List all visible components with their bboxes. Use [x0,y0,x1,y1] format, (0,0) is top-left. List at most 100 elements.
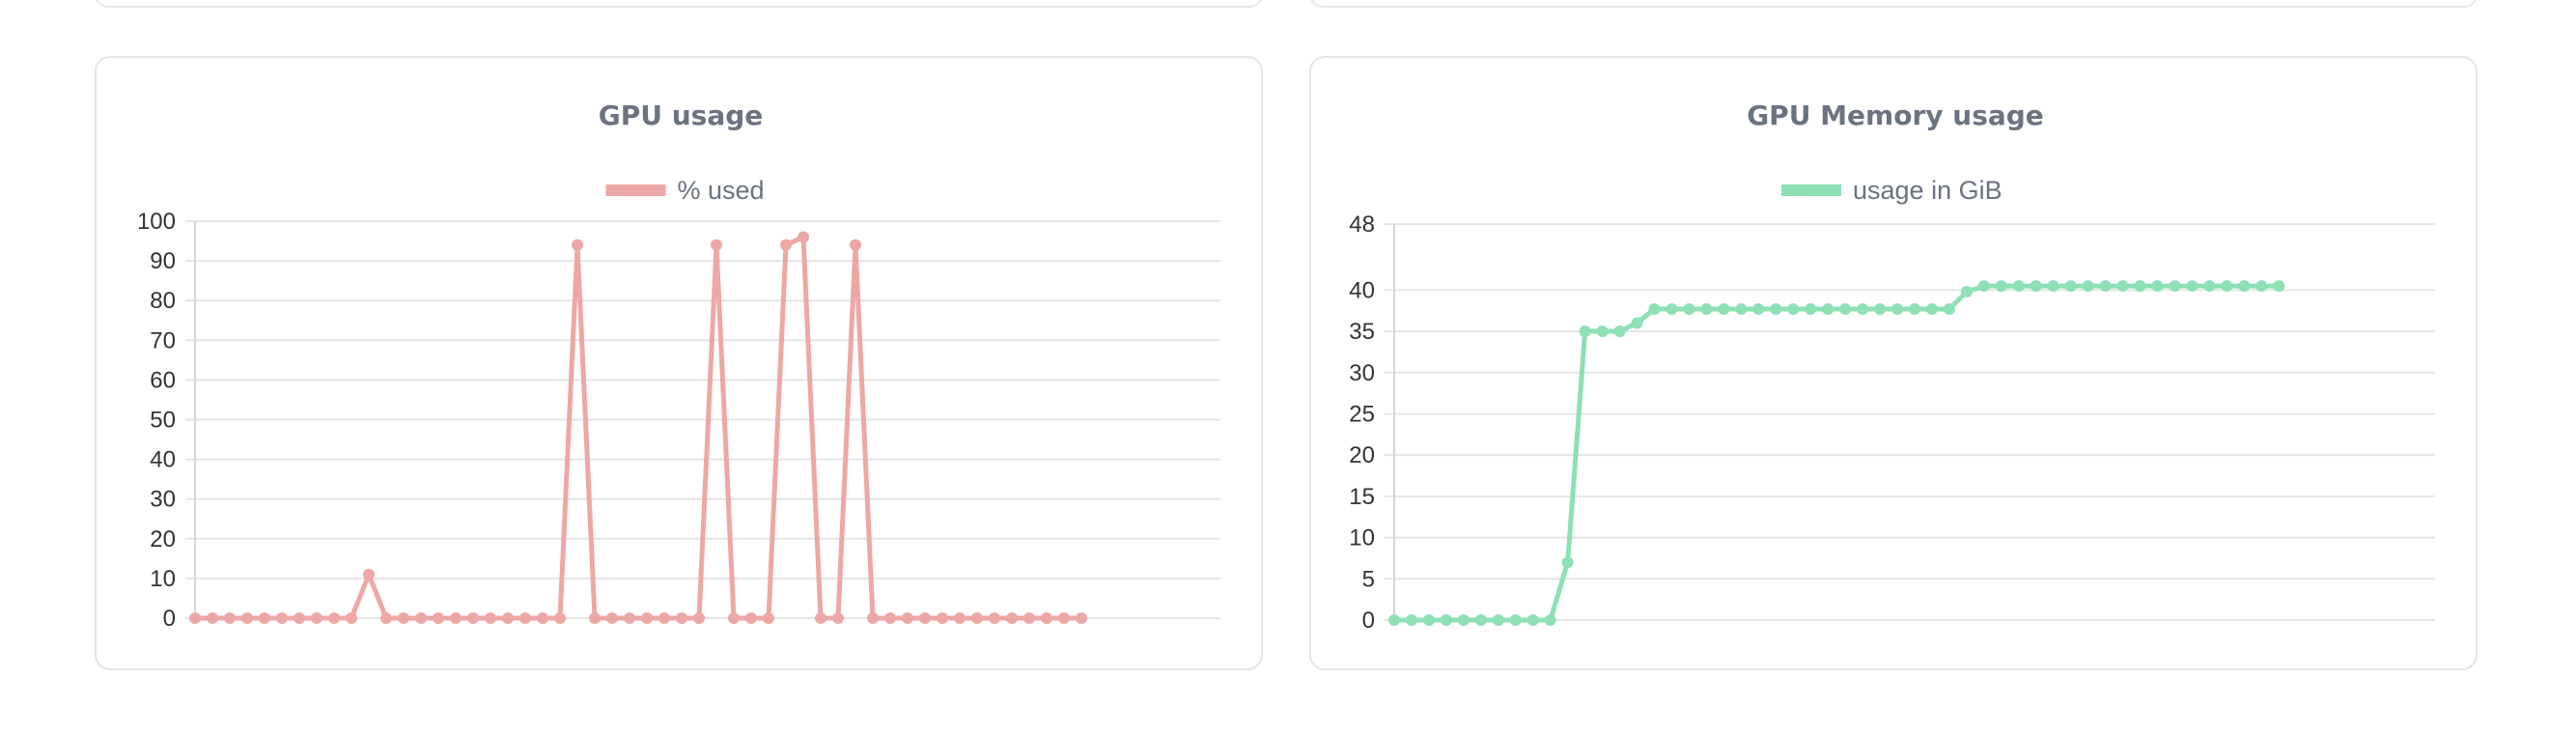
data-point[interactable] [1422,614,1435,626]
data-point[interactable] [1787,302,1800,315]
data-point[interactable] [2134,280,2146,293]
data-point[interactable] [1752,302,1765,315]
data-point[interactable] [2064,280,2077,293]
data-point[interactable] [954,612,966,624]
data-point[interactable] [537,612,548,624]
data-point[interactable] [1943,302,1955,315]
data-point[interactable] [224,612,236,624]
data-point[interactable] [2273,280,2285,293]
data-point[interactable] [1718,302,1730,315]
data-point[interactable] [1579,326,1591,338]
data-point[interactable] [1874,302,1887,315]
data-point[interactable] [2186,280,2198,293]
data-point[interactable] [1770,302,1782,315]
data-point[interactable] [276,612,288,624]
data-point[interactable] [467,612,479,624]
data-point[interactable] [1526,614,1539,626]
data-point[interactable] [380,612,392,624]
data-point[interactable] [884,612,896,624]
data-point[interactable] [1509,614,1522,626]
data-point[interactable] [1405,614,1417,626]
data-point[interactable] [624,612,635,624]
data-point[interactable] [328,612,340,624]
data-point[interactable] [1561,556,1574,569]
data-point[interactable] [728,612,740,624]
data-point[interactable] [1596,326,1609,338]
data-point[interactable] [641,612,653,624]
data-point[interactable] [450,612,462,624]
data-point[interactable] [1474,614,1487,626]
data-point[interactable] [311,612,322,624]
data-point[interactable] [780,239,792,251]
data-point[interactable] [1631,317,1643,329]
data-point[interactable] [589,612,601,624]
data-point[interactable] [1857,302,1869,315]
data-point[interactable] [1666,302,1678,315]
data-point[interactable] [1041,612,1052,624]
data-point[interactable] [2116,280,2129,293]
data-point[interactable] [2203,280,2216,293]
data-point[interactable] [1076,612,1087,624]
data-point[interactable] [606,612,618,624]
data-point[interactable] [1006,612,1018,624]
data-point[interactable] [850,239,861,251]
data-point[interactable] [902,612,913,624]
data-point[interactable] [1023,612,1035,624]
data-point[interactable] [971,612,983,624]
data-point[interactable] [294,612,305,624]
data-point[interactable] [259,612,270,624]
data-point[interactable] [1822,302,1834,315]
data-point[interactable] [1457,614,1470,626]
data-point[interactable] [693,612,705,624]
data-point[interactable] [2255,280,2268,293]
data-point[interactable] [1839,302,1852,315]
data-point[interactable] [1683,302,1695,315]
legend-label[interactable]: % used [678,176,765,205]
data-point[interactable] [346,612,357,624]
data-point[interactable] [867,612,879,624]
data-point[interactable] [1805,302,1817,315]
data-point[interactable] [1544,614,1556,626]
data-point[interactable] [1891,302,1904,315]
data-point[interactable] [2082,280,2094,293]
data-point[interactable] [2169,280,2181,293]
data-point[interactable] [1613,326,1626,338]
legend-swatch[interactable] [605,184,666,196]
data-point[interactable] [519,612,531,624]
data-point[interactable] [207,612,218,624]
data-point[interactable] [363,568,375,580]
data-point[interactable] [1492,614,1504,626]
data-point[interactable] [554,612,566,624]
data-point[interactable] [1977,280,1990,293]
data-point[interactable] [2238,280,2251,293]
data-point[interactable] [711,239,722,251]
data-point[interactable] [2012,280,2025,293]
data-point[interactable] [415,612,427,624]
data-point[interactable] [398,612,409,624]
data-point[interactable] [502,612,514,624]
data-point[interactable] [2099,280,2112,293]
data-point[interactable] [1909,302,1920,315]
data-point[interactable] [676,612,687,624]
data-point[interactable] [658,612,670,624]
data-point[interactable] [1995,280,2007,293]
data-point[interactable] [2047,280,2059,293]
data-point[interactable] [2221,280,2233,293]
data-point[interactable] [2030,280,2042,293]
data-point[interactable] [189,612,201,624]
legend-label[interactable]: usage in GiB [1853,176,2002,205]
data-point[interactable] [485,612,496,624]
data-point[interactable] [433,612,444,624]
data-point[interactable] [1058,612,1070,624]
data-point[interactable] [1700,302,1713,315]
data-point[interactable] [798,231,809,243]
data-point[interactable] [1388,614,1400,626]
data-point[interactable] [2151,280,2164,293]
data-point[interactable] [1735,302,1748,315]
data-point[interactable] [1960,286,1973,298]
legend-swatch[interactable] [1781,184,1841,196]
data-point[interactable] [1925,302,1938,315]
data-point[interactable] [745,612,757,624]
data-point[interactable] [919,612,931,624]
data-point[interactable] [937,612,948,624]
